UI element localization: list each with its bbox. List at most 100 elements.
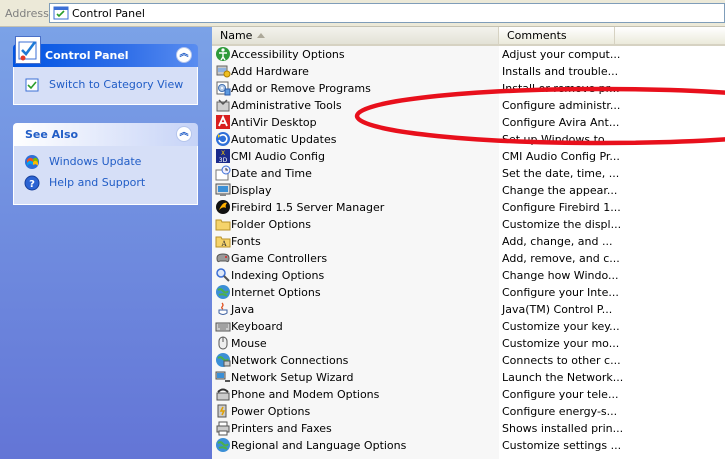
control-panel-box-body: Switch to Category View <box>13 67 198 105</box>
column-header-name[interactable]: Name <box>212 27 499 44</box>
list-header: Name Comments <box>212 27 725 46</box>
add-hardware-icon <box>216 65 231 78</box>
admin-tools-icon <box>216 99 230 112</box>
svg-text:X: X <box>221 150 225 157</box>
list-item-comment: Shows installed prin... <box>502 422 624 435</box>
list-item-comment: Configure energy-s... <box>502 405 618 418</box>
list-item-name: Administrative Tools <box>231 99 342 112</box>
list-item[interactable]: Accessibility Options Adjust your comput.… <box>212 46 725 63</box>
list-item[interactable]: Add Hardware Installs and trouble... <box>212 63 725 80</box>
list-item-name: Folder Options <box>231 218 311 231</box>
control-panel-list: Name Comments Accessibility Options Adjus… <box>212 27 725 459</box>
list-item-comment: CMI Audio Config Pr... <box>502 150 620 163</box>
network-connections-icon <box>216 353 231 367</box>
accessibility-icon <box>216 47 230 61</box>
list-item-comment: Installs and trouble... <box>502 65 619 78</box>
list-item-name: Regional and Language Options <box>231 439 407 452</box>
phone-modem-icon <box>216 388 230 401</box>
see-also-title: See Also <box>25 128 79 141</box>
antivir-icon <box>216 114 230 129</box>
list-item-name: Phone and Modem Options <box>231 388 380 401</box>
indexing-icon <box>216 268 230 282</box>
list-item-name: AntiVir Desktop <box>231 116 317 129</box>
list-item-comment: Add, change, and ... <box>502 235 613 248</box>
list-item[interactable]: Network Connections Connects to other c..… <box>212 352 725 369</box>
java-icon <box>218 302 228 315</box>
sort-ascending-icon <box>257 33 265 38</box>
see-also-box: See Also ︽ Windows Update ? Help and Sup… <box>13 123 198 205</box>
list-item[interactable]: A Fonts Add, change, and ... <box>212 233 725 250</box>
list-item[interactable]: Internet Options Configure your Inte... <box>212 284 725 301</box>
fonts-icon: A <box>215 236 231 248</box>
control-panel-box-header[interactable]: Control Panel ︽ <box>13 36 198 67</box>
list-item[interactable]: AntiVir Desktop Configure Avira Ant... <box>212 114 725 131</box>
printers-icon <box>216 421 230 436</box>
switch-view-icon <box>25 78 39 92</box>
list-item-name: Display <box>231 184 272 197</box>
date-time-icon <box>215 165 231 181</box>
list-item[interactable]: Printers and Faxes Shows installed prin..… <box>212 420 725 437</box>
list-item[interactable]: Firebird 1.5 Server Manager Configure Fir… <box>212 199 725 216</box>
list-item[interactable]: Game Controllers Add, remove, and c... <box>212 250 725 267</box>
list-item-name: Firebird 1.5 Server Manager <box>231 201 385 214</box>
column-header-comments[interactable]: Comments <box>499 27 615 44</box>
list-item[interactable]: Display Change the appear... <box>212 182 725 199</box>
list-item-comment: Configure Avira Ant... <box>502 116 620 129</box>
list-item[interactable]: X 3D CMI Audio Config CMI Audio Config Pr..… <box>212 148 725 165</box>
control-panel-box: Control Panel ︽ Switch to Category View <box>13 36 198 105</box>
task-pane: Control Panel ︽ Switch to Category View … <box>0 27 212 459</box>
list-item[interactable]: Power Options Configure energy-s... <box>212 403 725 420</box>
list-item-comment: Change how Windo... <box>502 269 619 282</box>
display-icon <box>215 183 231 196</box>
mouse-icon <box>218 336 228 350</box>
column-header-name-label: Name <box>220 29 253 42</box>
list-item-comment: Launch the Network... <box>502 371 624 384</box>
firebird-icon <box>216 200 230 214</box>
control-panel-icon <box>53 6 69 20</box>
list-item-comment: Connects to other c... <box>502 354 621 367</box>
see-also-box-header[interactable]: See Also ︽ <box>13 123 198 146</box>
list-item-comment: Set up Windows to ... <box>502 133 619 146</box>
list-item[interactable]: Mouse Customize your mo... <box>212 335 725 352</box>
list-item-comment: Change the appear... <box>502 184 618 197</box>
list-item-comment: Configure your tele... <box>502 388 619 401</box>
windows-update-label: Windows Update <box>49 155 142 168</box>
add-remove-programs-icon <box>216 81 231 96</box>
keyboard-icon <box>215 322 231 332</box>
list-item[interactable]: Date and Time Set the date, time, ... <box>212 165 725 182</box>
list-item-name: Internet Options <box>231 286 321 299</box>
control-panel-title: Control Panel <box>45 49 129 62</box>
svg-text:3D: 3D <box>219 157 228 164</box>
address-label: Address <box>5 7 49 20</box>
svg-text:?: ? <box>29 179 35 190</box>
collapse-control-panel-button[interactable]: ︽ <box>176 47 192 63</box>
list-item-comment: Configure Firebird 1... <box>502 201 621 214</box>
address-value: Control Panel <box>72 7 145 20</box>
windows-update-icon <box>25 155 39 169</box>
regional-icon <box>216 438 230 452</box>
control-panel-logo-icon <box>15 36 41 64</box>
list-item-comment: Add, remove, and c... <box>502 252 620 265</box>
list-item-comment: Install or remove pr... <box>502 82 620 95</box>
list-item[interactable]: Keyboard Customize your key... <box>212 318 725 335</box>
list-item[interactable]: Automatic Updates Set up Windows to ... <box>212 131 725 148</box>
list-item[interactable]: Phone and Modem Options Configure your te… <box>212 386 725 403</box>
column-header-comments-label: Comments <box>507 29 567 42</box>
list-item[interactable]: Regional and Language Options Customize s… <box>212 437 725 454</box>
list-item[interactable]: Indexing Options Change how Windo... <box>212 267 725 284</box>
list-item[interactable]: Administrative Tools Configure administr.… <box>212 97 725 114</box>
list-item[interactable]: Add or Remove Programs Install or remove … <box>212 80 725 97</box>
list-item-comment: Customize settings ... <box>502 439 622 452</box>
list-item[interactable]: Folder Options Customize the displ... <box>212 216 725 233</box>
list-item[interactable]: Network Setup Wizard Launch the Network..… <box>212 369 725 386</box>
list-item[interactable]: Java Java(TM) Control P... <box>212 301 725 318</box>
list-item-comment: Set the date, time, ... <box>502 167 620 180</box>
collapse-see-also-button[interactable]: ︽ <box>176 126 192 142</box>
list-item-name: Indexing Options <box>231 269 325 282</box>
address-input[interactable]: Control Panel <box>49 3 725 23</box>
list-item-comment: Customize your mo... <box>502 337 620 350</box>
folder-options-icon <box>215 219 231 231</box>
list-item-name: Mouse <box>231 337 267 350</box>
list-item-name: Accessibility Options <box>231 48 345 61</box>
list-item-comment: Adjust your comput... <box>502 48 621 61</box>
